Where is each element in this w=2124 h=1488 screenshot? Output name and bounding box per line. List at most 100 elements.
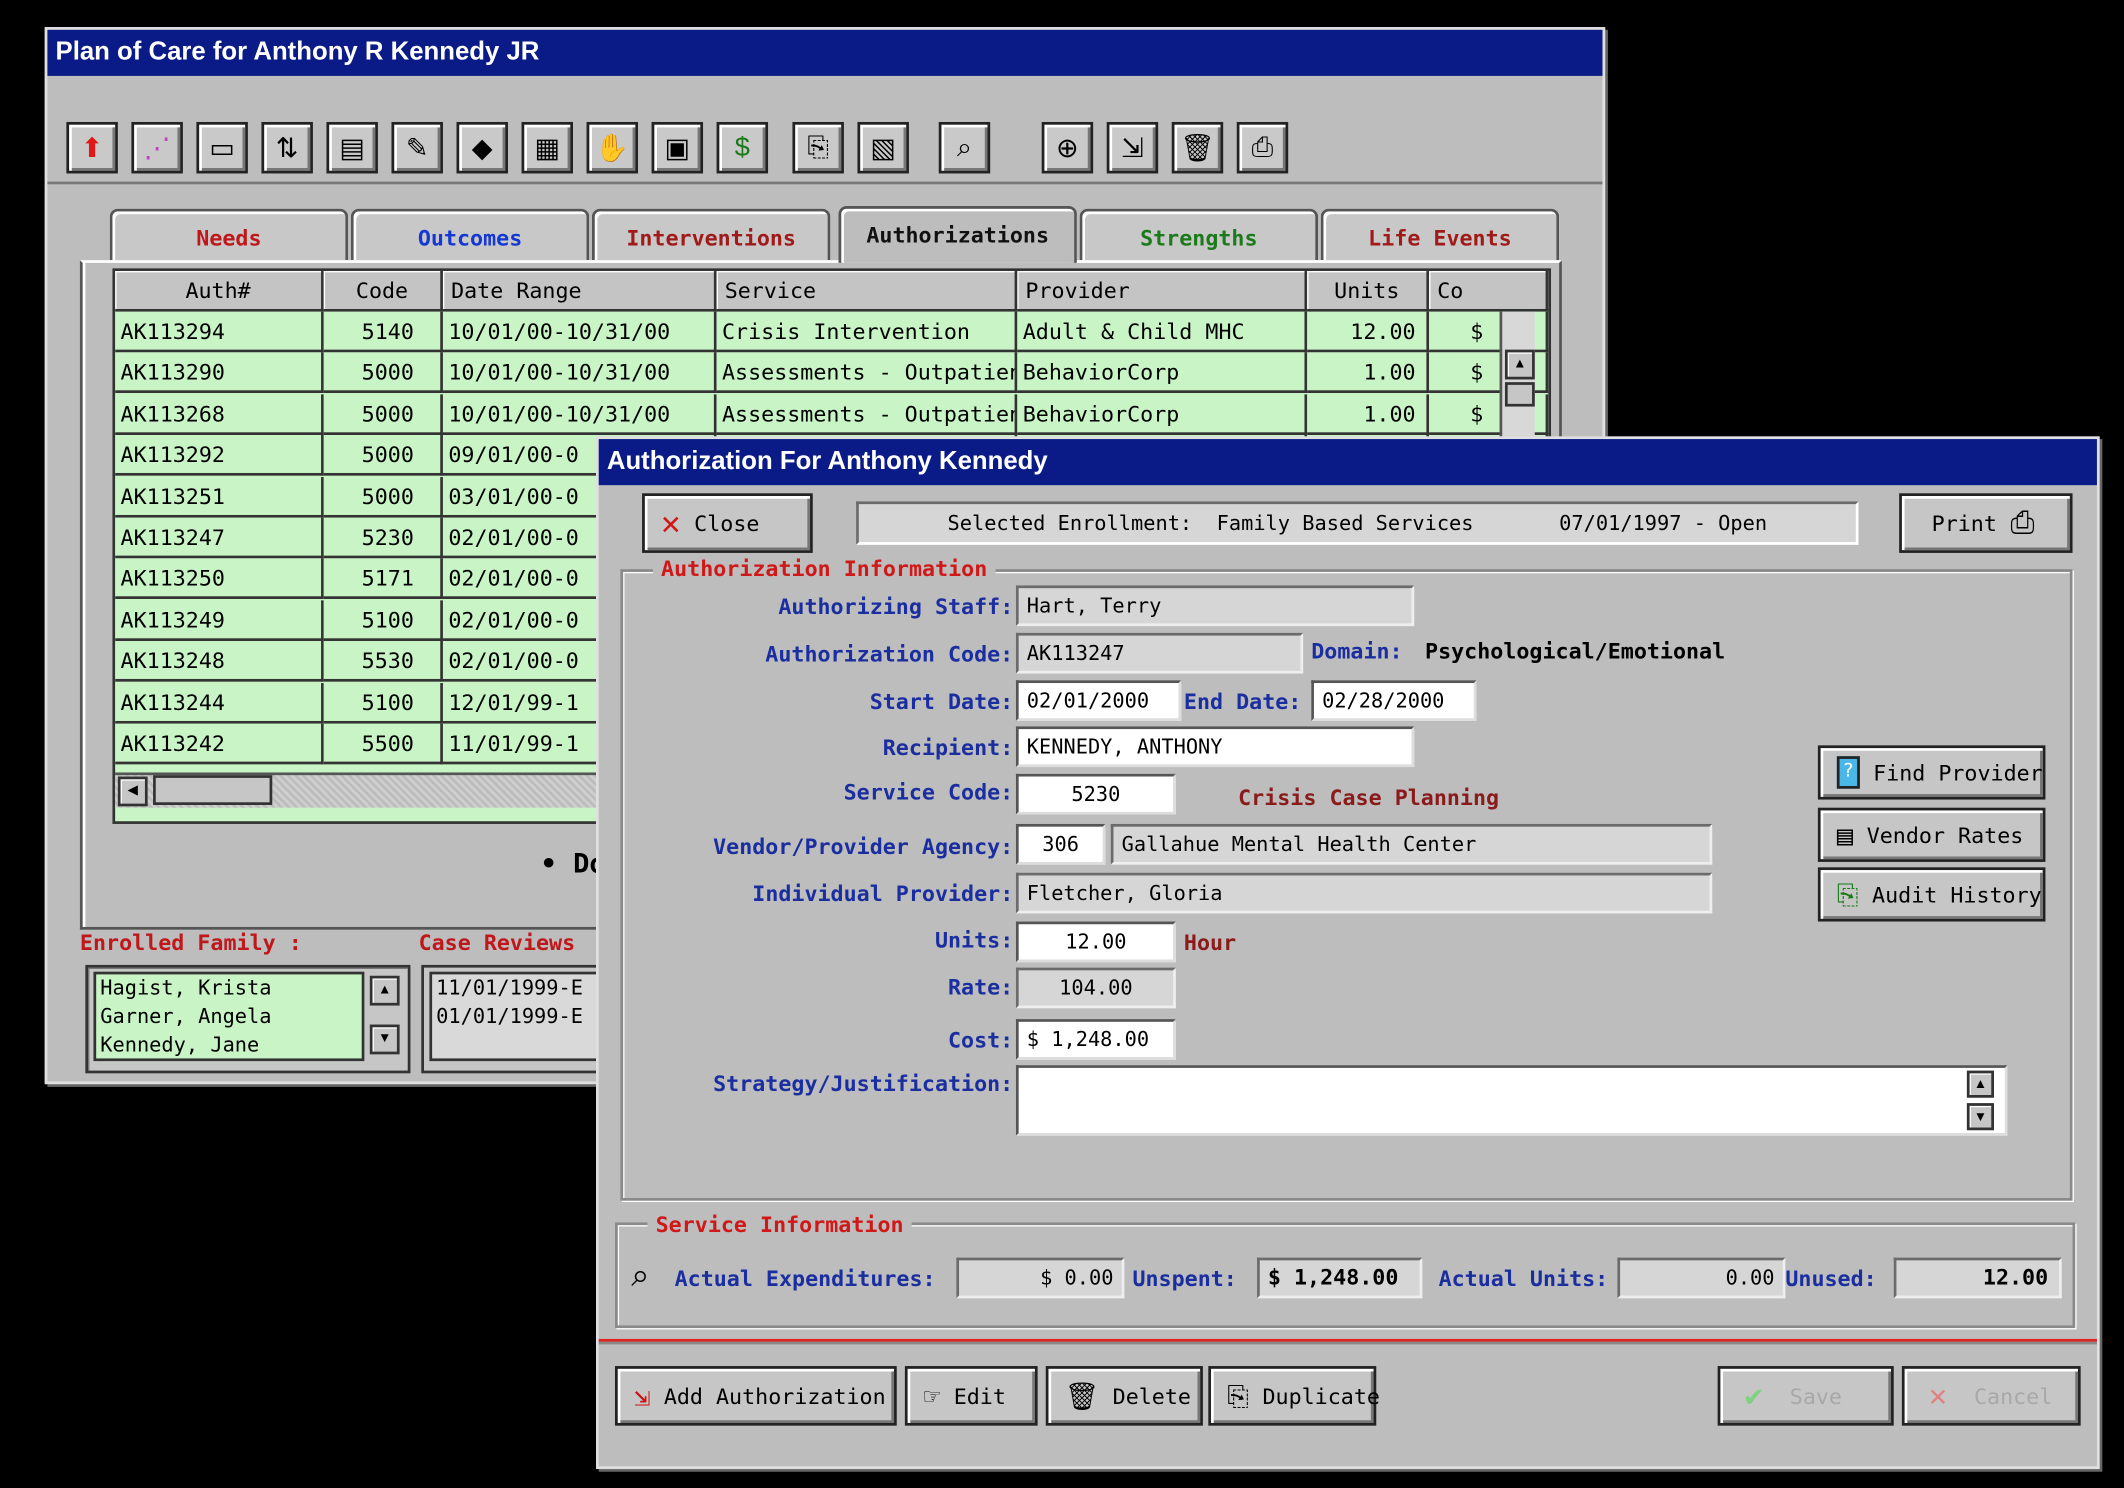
tab-strengths[interactable]: Strengths xyxy=(1079,208,1319,261)
list-icon[interactable]: ▤ xyxy=(326,121,378,174)
list-item[interactable]: Garner, Angela xyxy=(100,1003,361,1031)
find-provider-icon: ? xyxy=(1836,756,1860,789)
service-code-field[interactable]: 5230 xyxy=(1015,773,1176,815)
strategy-scroll-up-icon[interactable]: ▲ xyxy=(1966,1070,1994,1098)
up-arrow-icon[interactable]: ⬆ xyxy=(66,121,118,174)
enrolled-family-list[interactable]: Hagist, Krista Garner, Angela Kennedy, Jan… xyxy=(85,964,411,1074)
delete-button[interactable]: 🗑 Delete xyxy=(1045,1366,1203,1426)
column-header-5[interactable]: Units xyxy=(1307,271,1430,312)
printer-icon[interactable]: ⎙ xyxy=(1236,121,1289,174)
cancel-button[interactable]: ✕ Cancel xyxy=(1901,1366,2081,1426)
scroll-up-icon[interactable]: ▲ xyxy=(1504,349,1535,380)
column-header-0[interactable]: Auth# xyxy=(115,271,324,312)
authorization-code-field[interactable]: AK113247 xyxy=(1015,632,1304,674)
audit-history-button[interactable]: ⎘ Audit History xyxy=(1817,867,2046,922)
scroll-thumb[interactable] xyxy=(1504,382,1535,407)
cancel-label: Cancel xyxy=(1973,1382,2053,1409)
strategy-textarea[interactable] xyxy=(1015,1065,2008,1136)
table-cell: 5140 xyxy=(323,311,443,353)
table-row[interactable]: AK113268 5000 10/01/00-10/31/00 Assessments… xyxy=(115,394,1549,435)
table-row[interactable]: AK113294 5140 10/01/00-10/31/00 Crisis Inte… xyxy=(115,311,1549,353)
print-button[interactable]: Print ⎙ xyxy=(1899,493,2073,553)
trash-icon[interactable]: 🗑 xyxy=(1171,121,1224,174)
tab-outcomes[interactable]: Outcomes xyxy=(350,208,590,261)
h-scroll-thumb[interactable] xyxy=(153,775,273,805)
edit-hand-icon: ☞ xyxy=(923,1379,941,1413)
duplicate-button[interactable]: ⎘ Duplicate xyxy=(1208,1366,1380,1426)
vendor-label: Vendor/Provider Agency: xyxy=(713,833,1014,860)
tab-life-events[interactable]: Life Events xyxy=(1320,208,1560,261)
tab-authorizations[interactable]: Authorizations xyxy=(838,205,1077,263)
cards-icon[interactable]: ▦ xyxy=(521,121,573,174)
calendar-icon[interactable]: ▣ xyxy=(651,121,704,174)
delete-label: Delete xyxy=(1112,1382,1191,1409)
rate-label: Rate: xyxy=(947,974,1014,1001)
table-cell: AK113290 xyxy=(115,352,324,394)
actual-units-label: Actual Units: xyxy=(1438,1265,1609,1292)
list-item[interactable]: Kennedy, Jane xyxy=(100,1031,361,1059)
units-field[interactable]: 12.00 xyxy=(1015,921,1176,963)
save-button[interactable]: ✔ Save xyxy=(1717,1366,1894,1426)
family-scroll-down-icon[interactable]: ▼ xyxy=(369,1024,400,1055)
authorization-code-label: Authorization Code: xyxy=(765,641,1014,667)
unused-label: Unused: xyxy=(1785,1265,1877,1292)
table-row[interactable]: AK113290 5000 10/01/00-10/31/00 Assessments… xyxy=(115,352,1549,394)
start-date-field[interactable]: 02/01/2000 xyxy=(1015,680,1182,721)
vendor-code-field[interactable]: 306 xyxy=(1015,823,1106,865)
handshake-icon[interactable]: ✋ xyxy=(586,121,639,174)
column-header-2[interactable]: Date Range xyxy=(442,271,717,312)
add-doc-icon[interactable]: ⇲ xyxy=(1106,121,1159,174)
recipient-field[interactable]: KENNEDY, ANTHONY xyxy=(1015,726,1415,768)
find-provider-button[interactable]: ? Find Provider xyxy=(1817,745,2046,800)
authorization-dialog: Authorization For Anthony Kennedy ✕ Clos… xyxy=(596,436,2100,1470)
sort-icon[interactable]: ⇅ xyxy=(261,121,313,174)
window-title: Plan of Care for Anthony R Kennedy JR xyxy=(47,29,1603,76)
start-date-label: Start Date: xyxy=(869,688,1014,715)
table-cell: AK113242 xyxy=(115,723,324,765)
table-cell: 10/01/00-10/31/00 xyxy=(442,394,717,435)
family-scroll-up-icon[interactable]: ▲ xyxy=(369,975,400,1006)
table-cell: 5500 xyxy=(323,723,443,765)
duplicate-icon: ⎘ xyxy=(1227,1379,1249,1413)
list-item[interactable]: Hagist, Krista xyxy=(100,974,361,1002)
magnifier-icon[interactable]: ⌕ xyxy=(938,121,991,174)
flowchart-icon[interactable]: ⋰ xyxy=(131,121,183,174)
end-date-field[interactable]: 02/28/2000 xyxy=(1311,680,1477,721)
table-cell: 5000 xyxy=(323,435,443,476)
add-authorization-button[interactable]: ⇲ Add Authorization xyxy=(614,1366,897,1426)
authorizing-staff-field[interactable]: Hart, Terry xyxy=(1015,585,1415,627)
vendor-rates-button[interactable]: ▤ Vendor Rates xyxy=(1817,807,2046,862)
selected-enrollment: Selected Enrollment: Family Based Servic… xyxy=(856,501,1859,545)
tab-needs[interactable]: Needs xyxy=(109,208,349,261)
unused-field: 12.00 xyxy=(1893,1257,2062,1299)
column-header-1[interactable]: Code xyxy=(323,271,443,312)
preview-icon[interactable]: ▧ xyxy=(857,121,909,174)
actual-expenditures-field: $ 0.00 xyxy=(956,1257,1125,1299)
column-header-4[interactable]: Provider xyxy=(1017,271,1308,312)
column-header-3[interactable]: Service xyxy=(716,271,1018,312)
actual-units-field: 0.00 xyxy=(1617,1257,1786,1299)
table-cell: AK113268 xyxy=(115,394,324,435)
column-header-6[interactable]: Co xyxy=(1429,271,1549,312)
copy-icon[interactable]: ⎘ xyxy=(792,121,844,174)
close-button[interactable]: ✕ Close xyxy=(642,493,813,553)
printer-icon: ⎙ xyxy=(2010,506,2035,541)
shapes-icon[interactable]: ◆ xyxy=(456,121,508,174)
dollar-icon[interactable]: $ xyxy=(716,121,769,174)
domain-label: Domain: xyxy=(1311,638,1403,665)
scroll-left-icon[interactable]: ◀ xyxy=(117,776,148,807)
table-horizontal-scrollbar[interactable]: ◀ xyxy=(115,772,617,808)
duplicate-label: Duplicate xyxy=(1262,1382,1380,1409)
form-edit-icon[interactable]: ✎ xyxy=(391,121,443,174)
find-provider-label: Find Provider xyxy=(1873,759,2043,786)
strategy-scroll-down-icon[interactable]: ▼ xyxy=(1966,1103,1994,1131)
tab-interventions[interactable]: Interventions xyxy=(591,208,831,261)
edit-button[interactable]: ☞ Edit xyxy=(904,1366,1038,1426)
table-cell: AK113251 xyxy=(115,476,324,518)
window-icon[interactable]: ▭ xyxy=(196,121,248,174)
magnifier-icon[interactable]: ⌕ xyxy=(631,1258,649,1296)
individual-provider-field[interactable]: Fletcher, Gloria xyxy=(1015,872,1713,914)
vendor-name-field[interactable]: Gallahue Mental Health Center xyxy=(1110,823,1713,865)
domain-value: Psychological/Emotional xyxy=(1425,638,1726,665)
binoculars-icon[interactable]: ⊕ xyxy=(1041,121,1094,174)
